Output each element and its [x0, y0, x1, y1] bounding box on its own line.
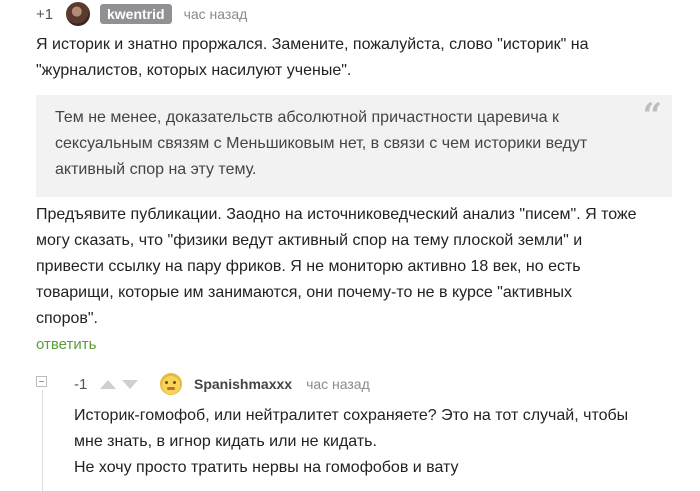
- quote-line: сексуальным связям с Меньшиковым нет, в …: [55, 135, 588, 152]
- comment-text-top: Я историк и знатно проржался. Замените, …: [36, 32, 589, 84]
- quote-line: активный спор на эту тему.: [55, 161, 257, 178]
- comment-rating: +1: [36, 5, 54, 23]
- quote-line: Тем не менее, доказательств абсолютной п…: [55, 109, 559, 126]
- reply-time[interactable]: час назад: [306, 376, 370, 392]
- reply-line: Историк-гомофоб, или нейтралитет сохраня…: [74, 407, 629, 424]
- reply-author[interactable]: Spanishmaxxx: [194, 376, 292, 392]
- quote-icon: “: [642, 96, 662, 136]
- user-avatar[interactable]: [66, 2, 90, 26]
- reply-text: Историк-гомофоб, или нейтралитет сохраня…: [74, 403, 628, 481]
- comment-line: привести ссылку на пару фриков. Я не мон…: [36, 258, 581, 275]
- comment-line: Я историк и знатно проржался. Замените, …: [36, 36, 589, 53]
- comment-header: +1 kwentrid час назад: [36, 2, 248, 26]
- reply-avatar[interactable]: [160, 373, 182, 395]
- comment-line: споров".: [36, 310, 98, 327]
- comment-line: Предъявите публикации. Заодно на источни…: [36, 206, 637, 223]
- comment-line: товарищи, которые им занимаются, они поч…: [36, 284, 573, 301]
- upvote-arrow-icon[interactable]: [100, 379, 116, 389]
- comment-text-bottom: Предъявите публикации. Заодно на источни…: [36, 202, 637, 332]
- downvote-arrow-icon[interactable]: [122, 379, 138, 389]
- quote-block: Тем не менее, доказательств абсолютной п…: [36, 95, 672, 197]
- comment-time[interactable]: час назад: [184, 6, 248, 22]
- reply-link[interactable]: ответить: [36, 336, 96, 353]
- comment-line: могу сказать, что "физики ведут активный…: [36, 232, 583, 249]
- reply-rating: -1: [74, 375, 88, 393]
- collapse-thread-button[interactable]: [36, 376, 47, 387]
- reply-header: -1 Spanishmaxxx час назад: [74, 373, 370, 395]
- comment-author[interactable]: kwentrid: [100, 4, 172, 24]
- thread-line[interactable]: [42, 390, 43, 491]
- reply-line: мне знать, в игнор кидать или не кидать.: [74, 433, 377, 450]
- comment-line: "журналистов, которых насилуют ученые".: [36, 62, 352, 79]
- reply-line: Не хочу просто тратить нервы на гомофобо…: [74, 459, 459, 476]
